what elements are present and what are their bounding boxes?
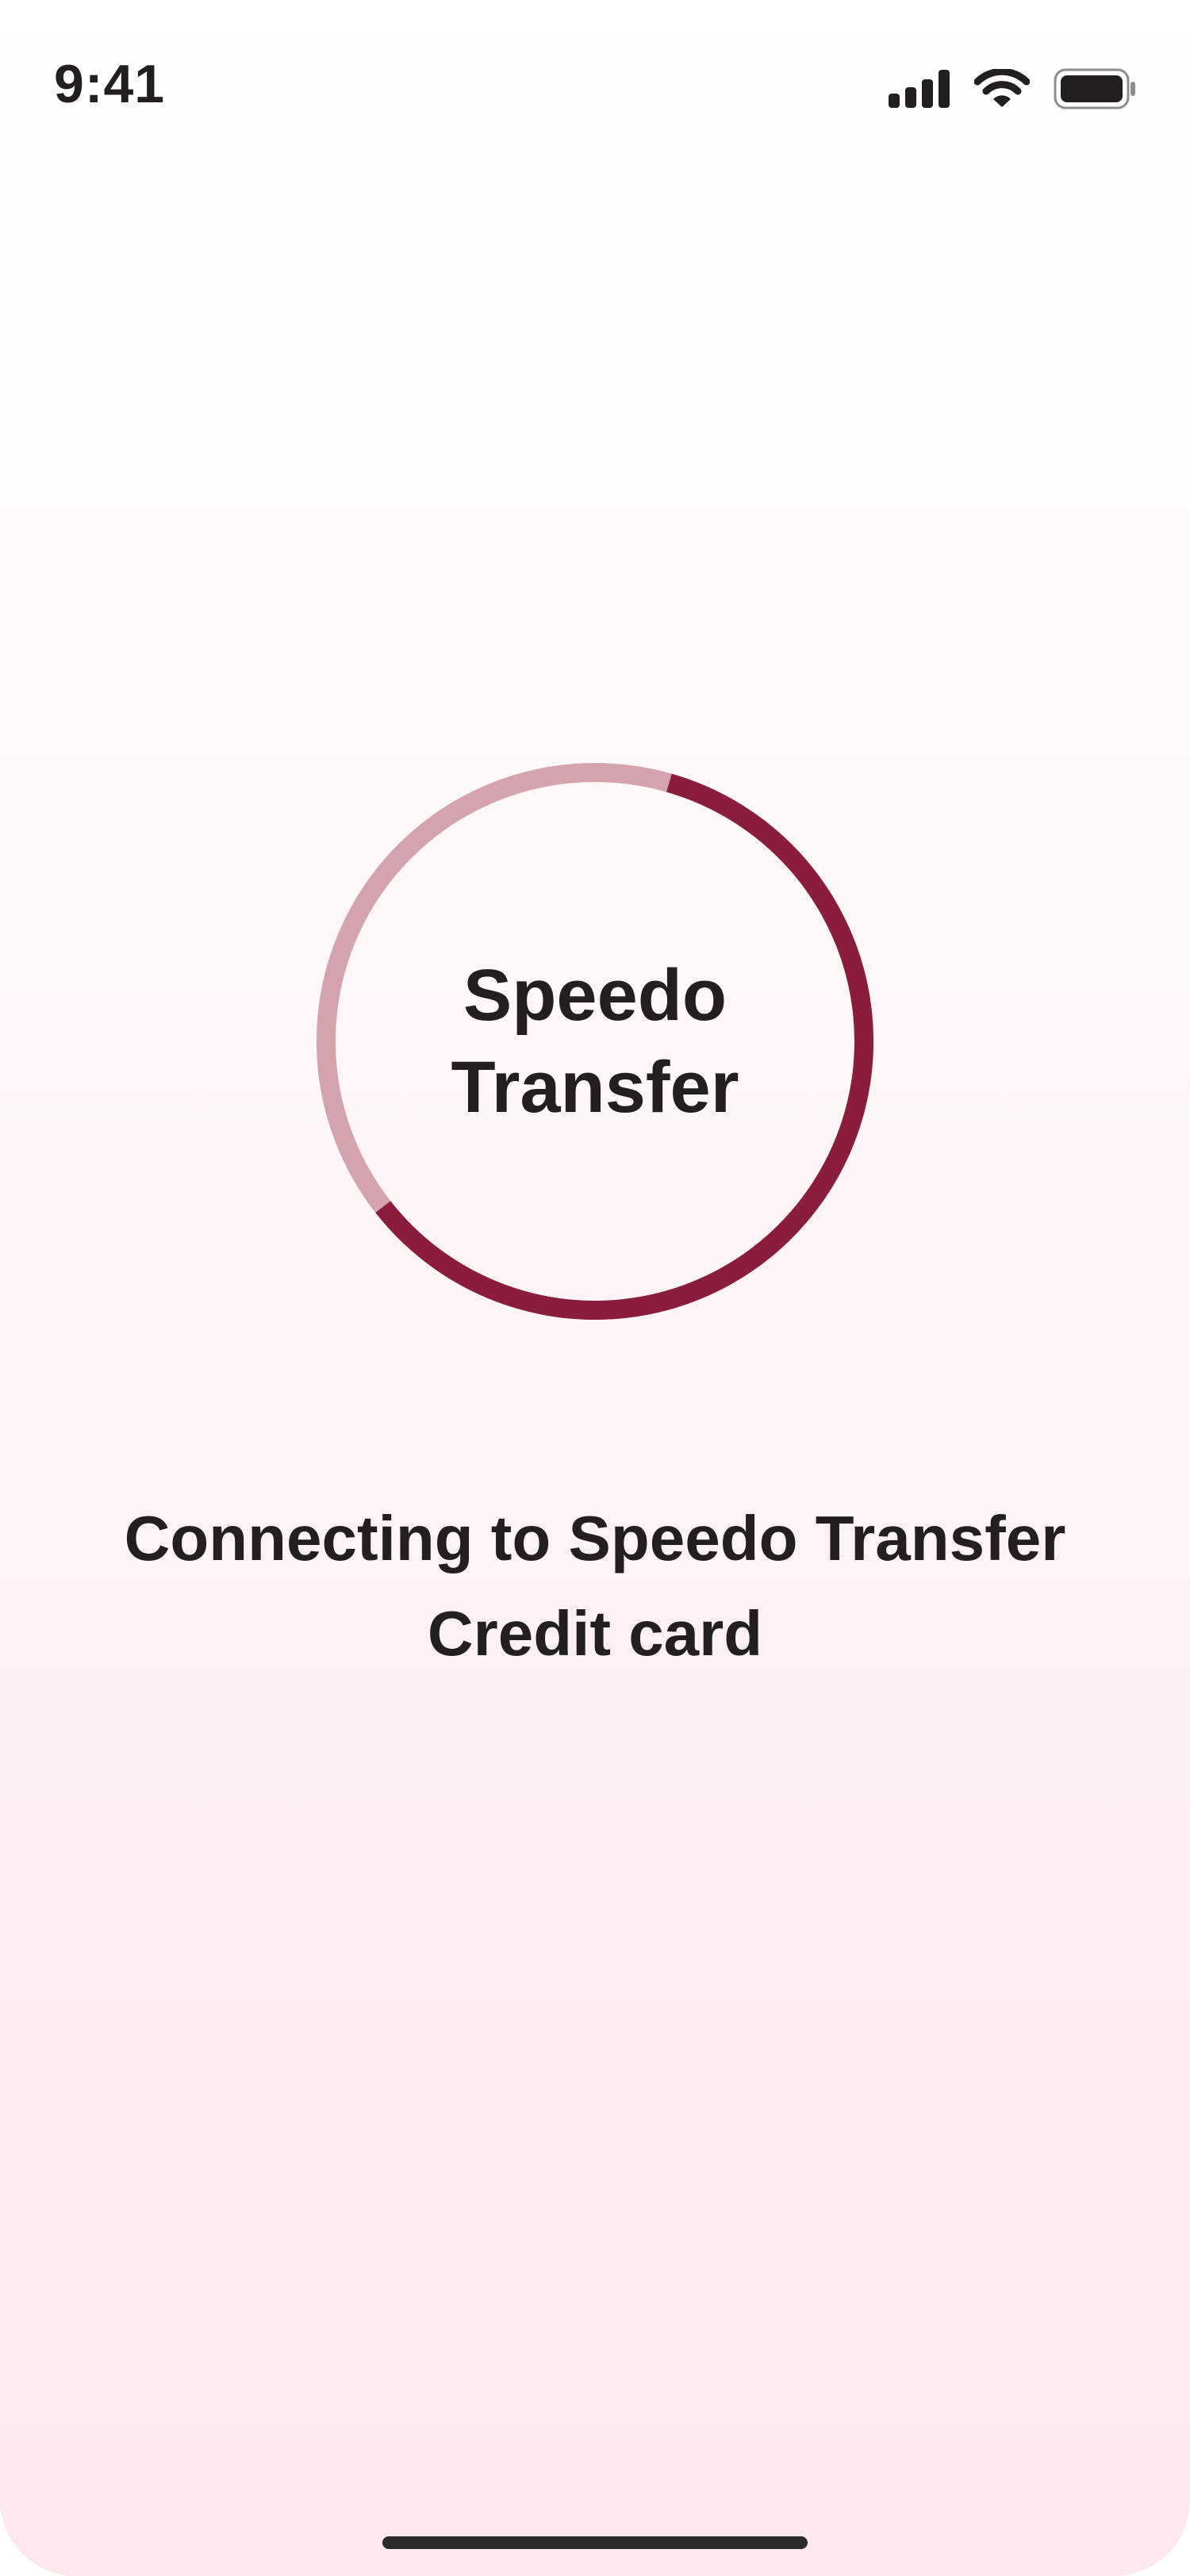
status-time: 9:41: [54, 54, 166, 114]
brand-name-line2: Transfer: [451, 1047, 739, 1128]
battery-icon: [1054, 68, 1136, 109]
wifi-icon: [974, 69, 1030, 109]
loading-screen: 9:41 Speedo Transfer Connecting to Speed…: [0, 0, 1190, 2576]
cellular-signal-icon: [889, 70, 950, 108]
brand-name-line1: Speedo: [463, 955, 727, 1036]
connecting-message: Connecting to Speedo Transfer Credit car…: [48, 1491, 1142, 1681]
home-indicator[interactable]: [382, 2536, 808, 2549]
status-icons: [889, 68, 1136, 109]
connecting-message-line2: Credit card: [427, 1598, 763, 1669]
connecting-message-line1: Connecting to Speedo Transfer: [124, 1503, 1066, 1574]
status-bar: 9:41: [0, 0, 1190, 159]
brand-logo-text: Speedo Transfer: [313, 760, 877, 1323]
loading-spinner: Speedo Transfer: [313, 760, 877, 1323]
